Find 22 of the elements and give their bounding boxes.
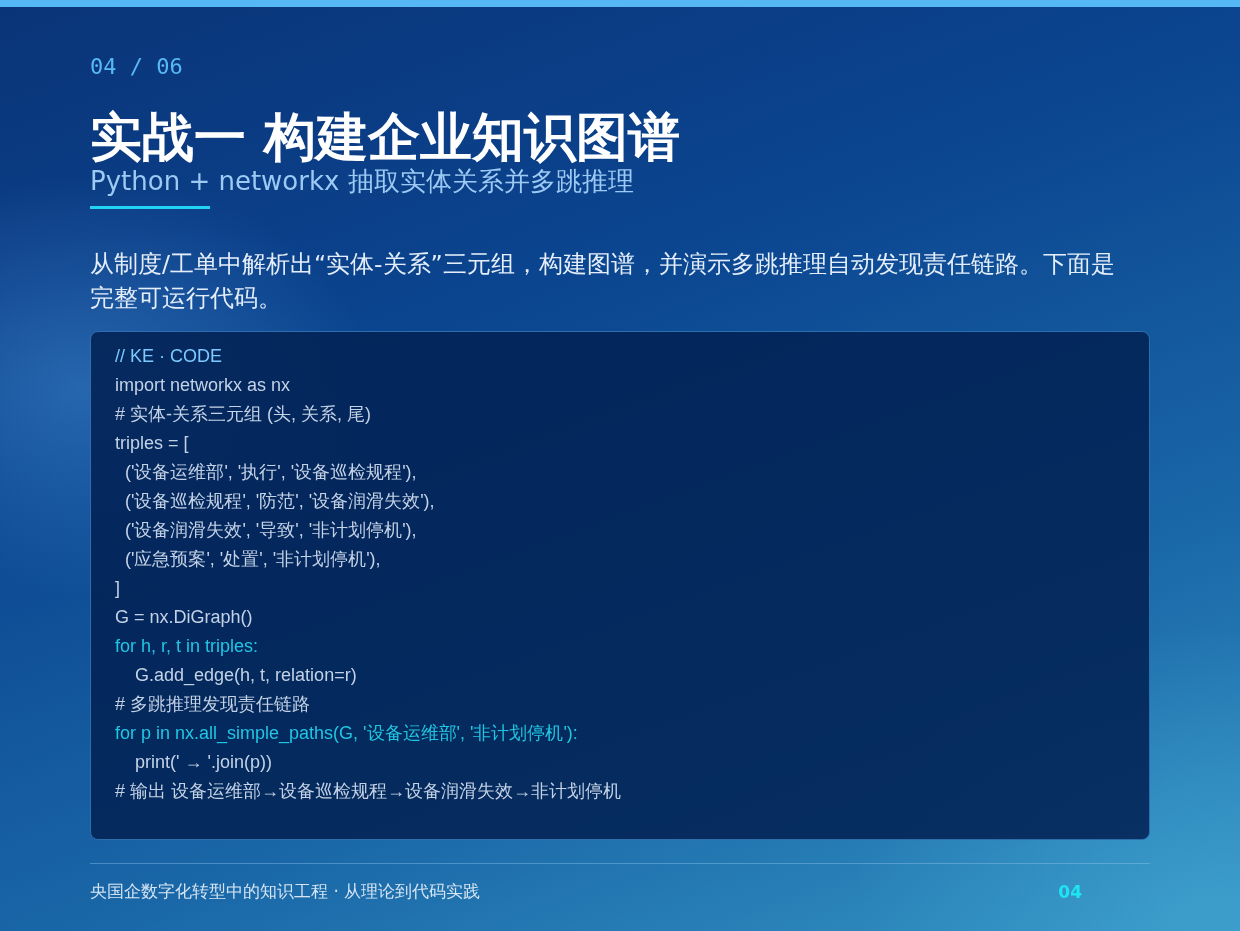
code-line: import networkx as nx [115,374,291,397]
code-line: ] [115,577,120,600]
code-line: for p in nx.all_simple_paths(G, '设备运维部', '非计划停机'): [115,722,578,746]
code-line: G = nx.DiGraph() [115,606,253,629]
code-line: # 输出 设备运维部→设备巡检规程→设备润滑失效→非计划停机 [115,780,621,803]
slide-subtitle: Python + networkx 抽取实体关系并多跳推理 [90,165,634,197]
page-number: 04 [1058,881,1082,902]
code-line: for h, r, t in triples: [115,635,259,658]
code-line: ('设备巡检规程', '防范', '设备润滑失效'), [124,490,435,513]
slide-title: 实战一 构建企业知识图谱 [90,109,681,165]
code-line: # 实体-关系三元组 (头, 关系, 尾) [115,403,371,426]
code-line: ('设备运维部', '执行', '设备巡检规程'), [124,461,417,484]
code-line: # 多跳推理发现责任链路 [115,693,310,716]
code-line: ('应急预案', '处置', '非计划停机'), [124,548,381,571]
code-line: ('设备润滑失效', '导致', '非计划停机'), [124,519,417,542]
code-line: // KE · CODE [115,345,222,368]
code-line: G.add_edge(h, t, relation=r) [134,664,357,688]
code-line: triples = [ [115,432,189,455]
footer-caption: 央国企数字化转型中的知识工程 · 从理论到代码实践 [90,880,481,903]
intro-paragraph: 从制度/工单中解析出“实体-关系”三元组，构建图谱，并演示多跳推理自动发现责任链路。下面是完整可运行代码。 [90,249,1116,314]
slide-counter: 04 / 06 [90,53,183,81]
code-line: print(' → '.join(p)) [134,751,272,774]
